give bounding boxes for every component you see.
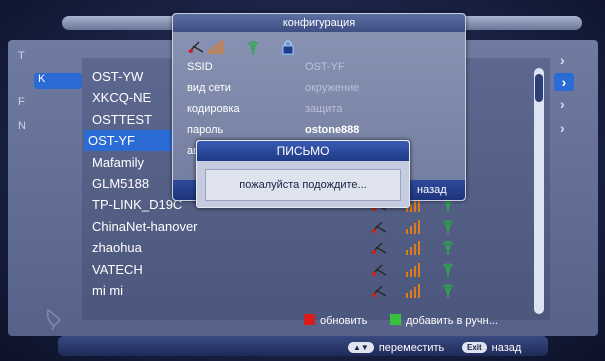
- background-menu-item[interactable]: T: [18, 50, 78, 66]
- green-key-icon: [390, 314, 401, 325]
- wifi-icon: [442, 198, 454, 213]
- background-menu-item-selected[interactable]: K: [34, 73, 82, 89]
- message-dialog: ПИСЬМО пожалуйста подождите...: [196, 140, 410, 208]
- wifi-icon: [442, 241, 454, 256]
- config-field-value: ostone888: [305, 124, 360, 136]
- dialog-title: конфигурация: [173, 14, 465, 32]
- network-name: TP-LINK_D19C: [92, 197, 183, 213]
- network-name: XKCQ-NE: [92, 90, 152, 106]
- chevron-right-icon[interactable]: ›: [560, 96, 565, 112]
- wifi-icon: [442, 284, 454, 298]
- config-field-label: кодировка: [187, 103, 240, 115]
- move-hint: ▲▼ переместить: [348, 342, 444, 354]
- signal-strength-icon: [209, 40, 223, 54]
- red-key-icon: [304, 314, 315, 325]
- config-field-label: вид сети: [187, 82, 231, 94]
- network-name: OSTTEST: [92, 111, 152, 127]
- satellite-dish-icon: [46, 308, 62, 330]
- screen: T K F N › › › › OST-YW XKCQ-NE OSTTEST OST-…: [0, 0, 605, 361]
- list-item[interactable]: VATECH: [88, 259, 528, 280]
- chevron-right-icon[interactable]: ›: [554, 73, 574, 91]
- wifi-icon: [442, 220, 454, 234]
- exit-key-icon: Exit: [462, 342, 487, 353]
- background-menu-item[interactable]: N: [18, 120, 78, 136]
- message-text: пожалуйста подождите...: [205, 169, 401, 201]
- network-name: ChinaNet-hanover: [92, 218, 198, 234]
- lock-icon: [282, 40, 294, 55]
- add-manual-label: добавить в ручн...: [406, 315, 498, 327]
- config-field-value: защита: [305, 103, 343, 115]
- scrollbar[interactable]: [534, 68, 544, 314]
- legend-green[interactable]: добавить в ручн...: [390, 314, 498, 330]
- network-name: Mafamily: [92, 154, 145, 170]
- list-item[interactable]: mi mi: [88, 280, 528, 301]
- status-icons: [187, 38, 307, 56]
- signal-strength-icon: [406, 241, 420, 256]
- row-status-icons: [371, 241, 454, 256]
- config-field-value: окружение: [305, 82, 360, 94]
- chevron-right-icon[interactable]: ›: [560, 120, 565, 136]
- wifi-icon: [442, 262, 454, 277]
- list-item[interactable]: zhaohua: [88, 237, 528, 258]
- back-label: назад: [491, 342, 522, 354]
- router-icon: [371, 221, 387, 233]
- row-status-icons: [371, 284, 454, 298]
- network-name: VATECH: [92, 261, 143, 277]
- config-field-label: SSID: [187, 61, 213, 73]
- background-menu-item[interactable]: F: [18, 96, 78, 112]
- network-name: GLM5188: [92, 176, 150, 191]
- chevron-right-icon[interactable]: ›: [560, 52, 565, 68]
- router-icon: [188, 41, 204, 53]
- legend-red[interactable]: обновить: [304, 314, 367, 330]
- dialog-back-label[interactable]: назад: [417, 184, 447, 196]
- network-name: mi mi: [92, 283, 124, 298]
- network-name: OST-YW: [92, 69, 144, 84]
- move-label: переместить: [378, 342, 445, 354]
- message-title: ПИСЬМО: [197, 141, 409, 161]
- signal-strength-icon: [406, 219, 420, 234]
- router-icon: [371, 242, 387, 255]
- row-status-icons: [371, 262, 454, 277]
- back-hint[interactable]: Exit назад: [462, 342, 521, 354]
- router-icon: [371, 285, 387, 297]
- config-field[interactable]: кодировка защита: [187, 100, 457, 118]
- arrows-key-icon: ▲▼: [348, 342, 374, 353]
- row-status-icons: [371, 219, 454, 234]
- signal-strength-icon: [406, 262, 420, 277]
- config-field-value: OST-YF: [305, 61, 345, 73]
- network-name: OST-YF: [88, 133, 135, 149]
- network-name: zhaohua: [92, 240, 142, 256]
- list-item[interactable]: ChinaNet-hanover: [88, 216, 528, 237]
- signal-strength-icon: [406, 284, 420, 298]
- config-field[interactable]: SSID OST-YF: [187, 58, 457, 76]
- config-field[interactable]: пароль ostone888: [187, 121, 457, 139]
- wifi-icon: [247, 41, 259, 55]
- router-icon: [371, 264, 387, 276]
- refresh-label: обновить: [320, 315, 368, 327]
- config-field[interactable]: вид сети окружение: [187, 79, 457, 97]
- config-field-label: пароль: [187, 124, 224, 136]
- scrollbar-thumb[interactable]: [535, 74, 543, 102]
